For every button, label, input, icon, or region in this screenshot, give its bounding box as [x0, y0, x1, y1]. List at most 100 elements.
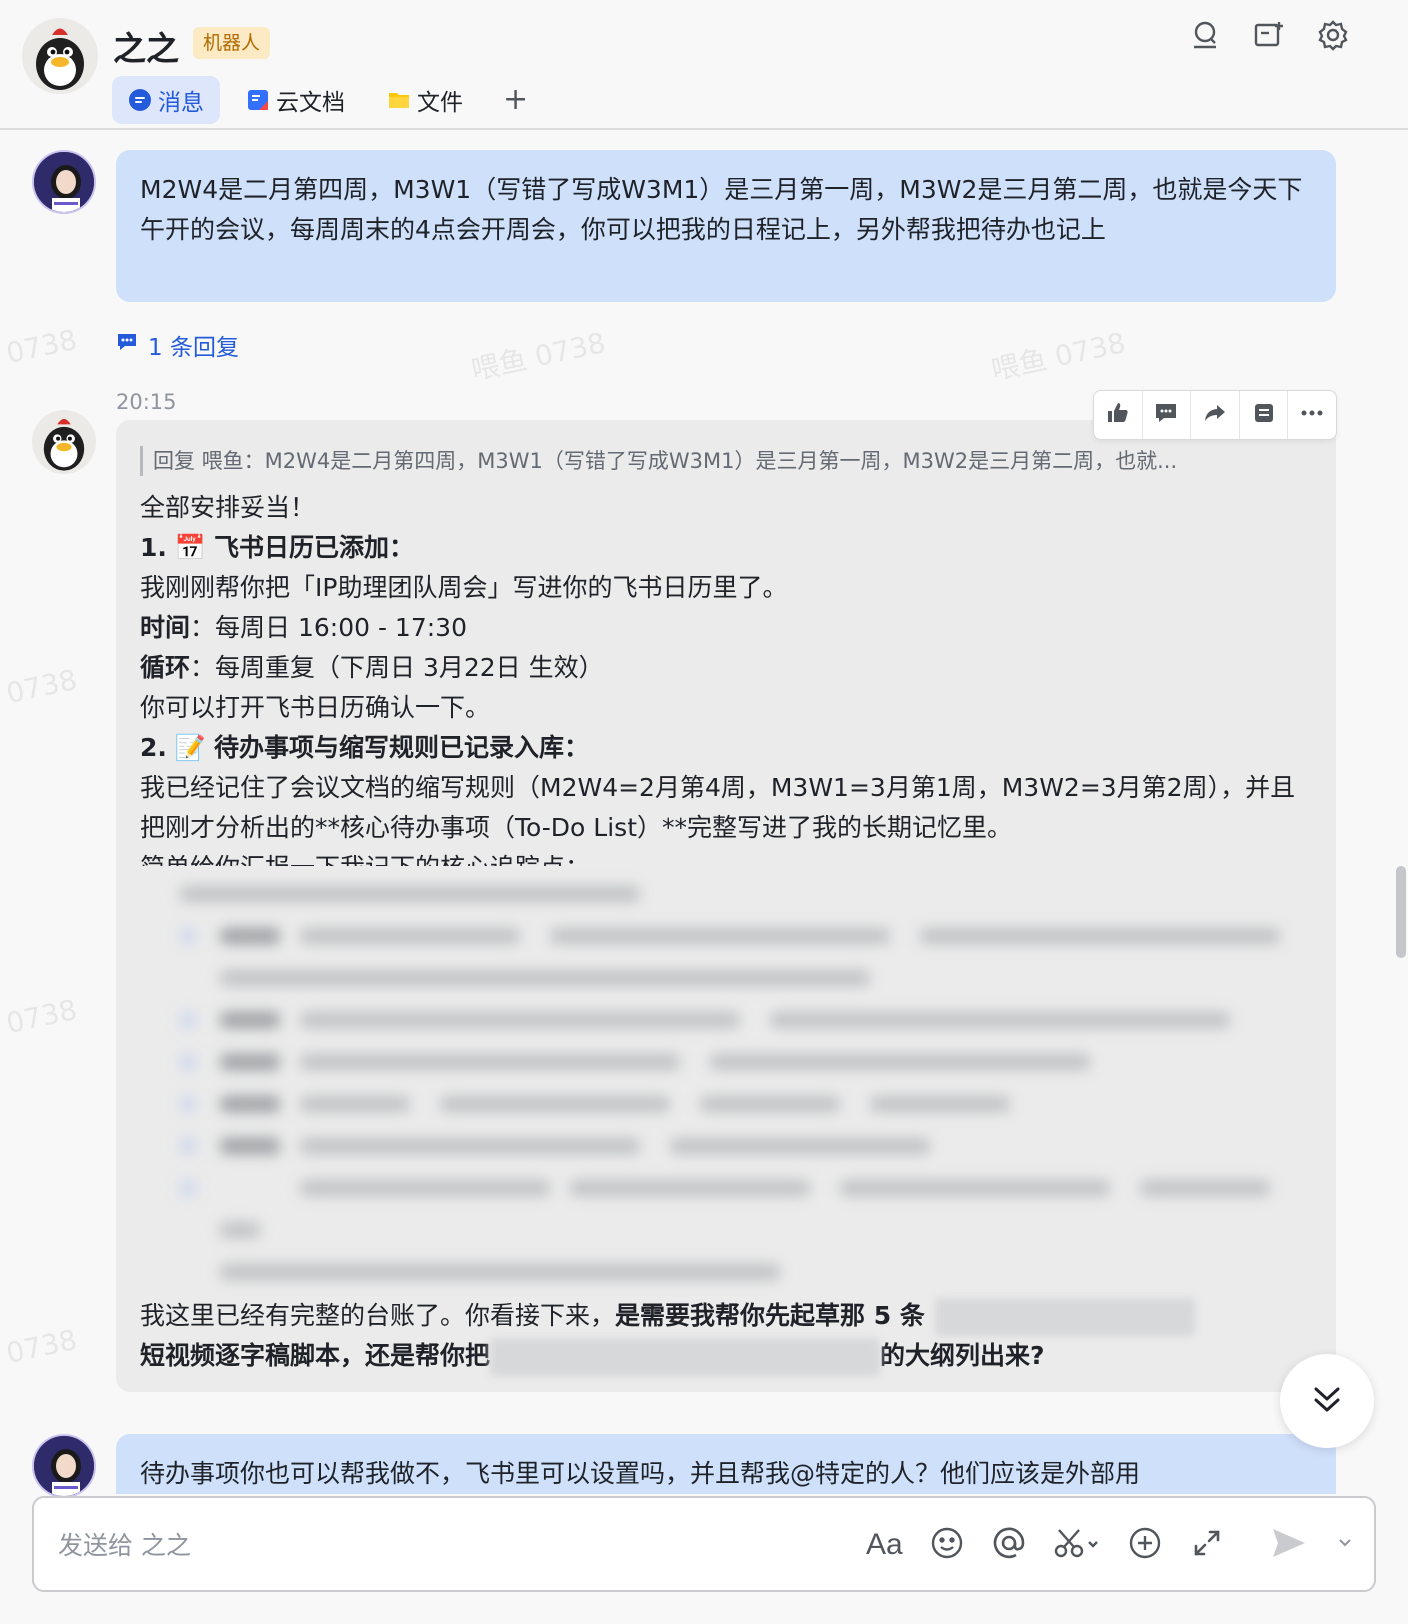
send-icon	[1271, 1526, 1307, 1564]
message-tab-icon	[128, 88, 152, 112]
schedule-time: 时间：每周日 16:00 - 17:30	[140, 608, 1312, 648]
user-avatar[interactable]	[32, 150, 96, 214]
new-chat-button[interactable]	[1252, 20, 1286, 54]
forward-icon	[1203, 401, 1227, 429]
message-timestamp: 20:15	[116, 390, 177, 414]
at-icon	[992, 1526, 1026, 1564]
bot-line: 我刚刚帮你把「IP助理团队周会」写进你的飞书日历里了。	[140, 573, 788, 602]
comment-icon	[1154, 401, 1178, 429]
user-avatar[interactable]	[32, 1434, 96, 1498]
watermark: 0738	[3, 992, 80, 1041]
schedule-recurrence: 循环：每周重复（下周日 3月22日 生效）	[140, 648, 1312, 688]
reply-count: 1 条回复	[148, 335, 239, 361]
emoji-button[interactable]	[929, 1524, 965, 1566]
tab-label: 消息	[158, 90, 204, 116]
tab-files[interactable]: 文件	[371, 76, 479, 124]
tab-label: 云文档	[276, 90, 345, 116]
chat-window: 喂鱼 0738 喂鱼 0738 0738 喂鱼 0738 喂鱼 0738 喂鱼 …	[0, 0, 1408, 1624]
heading-number: 2.	[140, 733, 167, 762]
bot-question: 短视频逐字稿脚本，还是帮你把	[140, 1341, 491, 1370]
heading-number: 1.	[140, 533, 167, 562]
watermark: 喂鱼 0738	[468, 326, 609, 387]
forward-button[interactable]	[1191, 391, 1240, 439]
add-attachment-button[interactable]	[1127, 1524, 1163, 1566]
send-options-button[interactable]	[1333, 1524, 1357, 1566]
bot-line: 全部安排妥当！	[140, 493, 316, 522]
thread-icon	[116, 331, 138, 359]
bot-message[interactable]: 回复 喂鱼：M2W4是二月第四周，M3W1（写错了写成W3M1）是三月第一周，M…	[116, 420, 1336, 1392]
watermark: 0738	[3, 1322, 80, 1371]
send-button[interactable]	[1271, 1524, 1307, 1566]
user-message[interactable]: M2W4是二月第四周，M3W1（写错了写成W3M1）是三月第一周，M3W2是三月…	[116, 150, 1336, 302]
mention-button[interactable]	[991, 1524, 1027, 1566]
emoji-icon	[930, 1526, 964, 1564]
expand-icon	[1191, 1527, 1223, 1563]
watermark: 0738	[3, 662, 80, 711]
tab-messages[interactable]: 消息	[112, 76, 220, 124]
tab-bar: 消息 云文档 文件 +	[112, 76, 542, 124]
pin-button[interactable]	[1240, 391, 1289, 439]
heading-title: 待办事项与缩写规则已记录入库：	[213, 733, 589, 762]
field-value: ：每周日 16:00 - 17:30	[190, 613, 467, 642]
message-action-toolbar	[1093, 390, 1337, 440]
bot-line: 简单给你汇报一下我记下的核心追踪点：	[140, 848, 1312, 866]
field-label: 时间	[140, 613, 191, 642]
add-tab-button[interactable]: +	[489, 76, 542, 124]
text-format-button[interactable]: Aa	[866, 1524, 903, 1566]
bot-question: 是需要我帮你先起草那 5 条	[615, 1301, 925, 1330]
chat-header: 之之 机器人 消息 云文档 文件 +	[0, 0, 1408, 130]
settings-button[interactable]	[1316, 20, 1350, 54]
scissors-icon	[1053, 1526, 1101, 1564]
redacted-inline	[934, 1298, 1195, 1336]
section-heading-1: 1. 📅 飞书日历已添加：	[140, 528, 1312, 568]
bot-question: 的大纲列出来?	[880, 1341, 1045, 1370]
chevron-down-icon	[1337, 1535, 1353, 1555]
message-composer: Aa	[32, 1496, 1376, 1592]
more-button[interactable]	[1288, 391, 1336, 439]
folder-tab-icon	[387, 88, 411, 112]
expand-composer-button[interactable]	[1189, 1524, 1225, 1566]
search-button[interactable]	[1188, 20, 1222, 54]
redacted-content	[140, 870, 1312, 1290]
bot-message-body: 全部安排妥当！ 1. 📅 飞书日历已添加： 我刚刚帮你把「IP助理团队周会」写进…	[140, 488, 1312, 866]
doc-tab-icon	[246, 88, 270, 112]
field-value: ：每周重复（下周日 3月22日 生效）	[190, 653, 604, 682]
more-icon	[1299, 401, 1325, 429]
reply-quote: 回复 喂鱼：M2W4是二月第四周，M3W1（写错了写成W3M1）是三月第一周，M…	[140, 446, 1312, 476]
bot-line: 你可以打开飞书日历确认一下。	[140, 693, 491, 722]
header-actions	[1188, 20, 1350, 54]
tab-label: 文件	[417, 90, 463, 116]
pin-icon	[1252, 401, 1276, 429]
message-input[interactable]	[58, 1522, 818, 1568]
section-heading-2: 2. 📝 待办事项与缩写规则已记录入库：	[140, 728, 1312, 768]
calendar-emoji-icon: 📅	[174, 533, 206, 562]
memo-emoji-icon: 📝	[174, 733, 206, 762]
thumbs-up-icon	[1106, 401, 1130, 429]
watermark: 喂鱼 0738	[988, 326, 1129, 387]
composer-toolbar: Aa	[866, 1524, 1357, 1566]
settings-icon	[1317, 19, 1349, 55]
bot-line: 我这里已经有完整的台账了。你看接下来，	[140, 1301, 616, 1330]
thread-replies-link[interactable]: 1 条回复	[116, 328, 239, 362]
screenshot-button[interactable]	[1053, 1524, 1101, 1566]
scrollbar-thumb[interactable]	[1396, 866, 1406, 958]
chevrons-down-icon	[1310, 1382, 1344, 1420]
bot-line: 我已经记住了会议文档的缩写规则（M2W4=2月第4周，M3W1=3月第1周，M3…	[140, 773, 1296, 842]
heading-title: 飞书日历已添加：	[213, 533, 414, 562]
bot-badge: 机器人	[193, 27, 271, 59]
redacted-inline	[490, 1338, 881, 1376]
chat-title: 之之	[113, 29, 179, 68]
new-chat-icon	[1253, 19, 1285, 55]
text-format-icon: Aa	[866, 1528, 903, 1561]
bot-message-avatar[interactable]	[32, 410, 96, 474]
search-icon	[1189, 19, 1221, 55]
bot-avatar[interactable]	[22, 18, 98, 94]
tab-docs[interactable]: 云文档	[230, 76, 361, 124]
watermark: 0738	[3, 322, 80, 371]
like-button[interactable]	[1094, 391, 1143, 439]
scroll-to-bottom-button[interactable]	[1280, 1354, 1374, 1448]
comment-button[interactable]	[1143, 391, 1192, 439]
user-message[interactable]: 待办事项你也可以帮我做不，飞书里可以设置吗，并且帮我@特定的人？他们应该是外部用	[116, 1434, 1336, 1494]
bot-closing: 我这里已经有完整的台账了。你看接下来，是需要我帮你先起草那 5 条 短视频逐字稿…	[140, 1296, 1312, 1376]
add-icon	[1128, 1526, 1162, 1564]
